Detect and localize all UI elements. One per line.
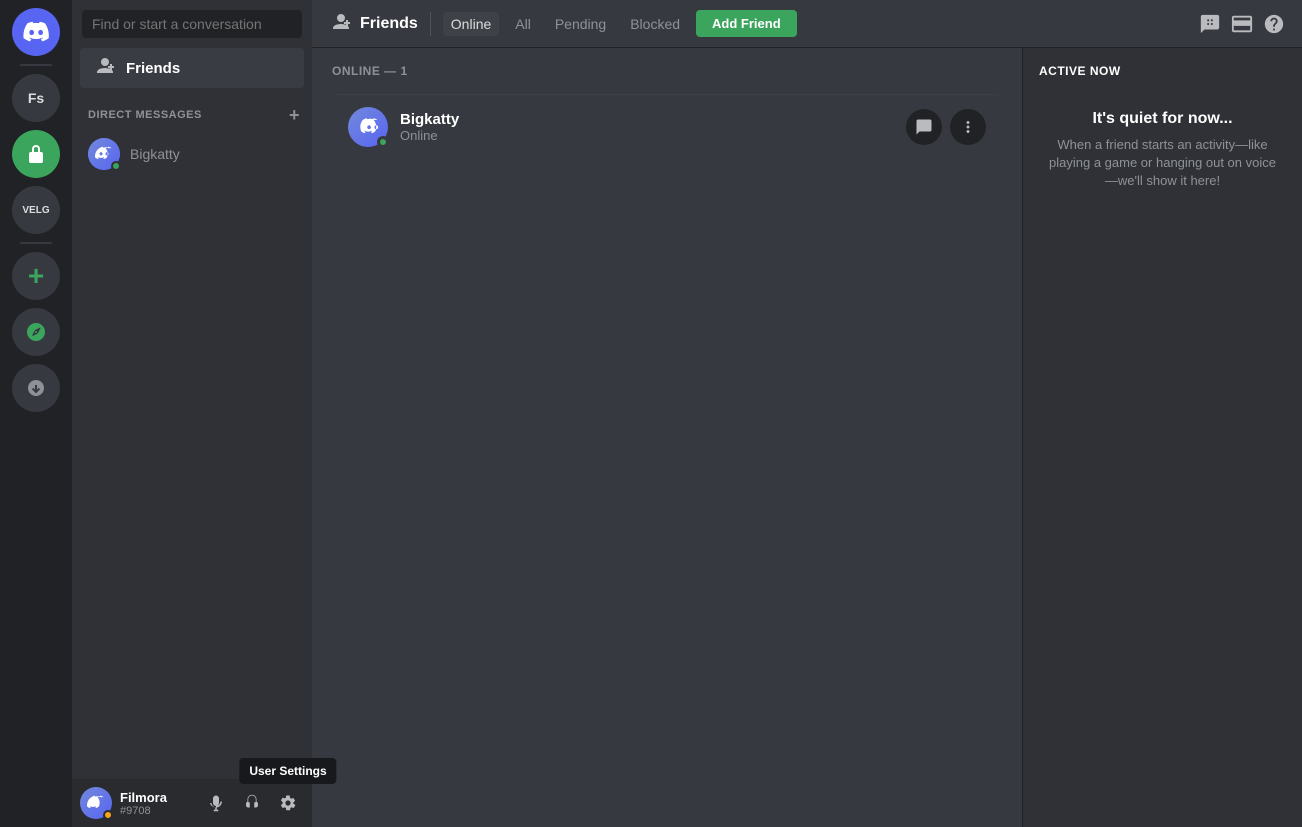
- deafen-button[interactable]: [236, 787, 268, 819]
- friend-name: Bigkatty: [400, 111, 906, 128]
- server-sidebar: Fs VELG +: [0, 0, 72, 827]
- plugin-server-icon[interactable]: [12, 130, 60, 178]
- nav-icons: [1198, 12, 1286, 36]
- nav-divider: [430, 12, 431, 36]
- top-nav: Friends Online All Pending Blocked Add F…: [312, 0, 1302, 48]
- mute-button[interactable]: [200, 787, 232, 819]
- search-input[interactable]: [82, 10, 302, 38]
- quiet-title: It's quiet for now...: [1047, 110, 1278, 128]
- friend-actions: [906, 109, 986, 145]
- tab-pending[interactable]: Pending: [547, 12, 614, 36]
- user-controls: User Settings: [200, 787, 304, 819]
- friend-row-bigkatty[interactable]: Bigkatty Online: [332, 94, 1002, 159]
- friends-label: Friends: [126, 60, 180, 77]
- dm-item-bigkatty[interactable]: Bigkatty: [80, 130, 304, 178]
- discord-home-button[interactable]: [12, 8, 60, 56]
- message-friend-button[interactable]: [906, 109, 942, 145]
- nav-friends-icon: [328, 12, 352, 36]
- friends-icon: [92, 56, 116, 80]
- search-bar-container: [72, 0, 312, 48]
- username: Filmora: [120, 790, 192, 805]
- more-options-button[interactable]: [950, 109, 986, 145]
- explore-servers-icon[interactable]: [12, 308, 60, 356]
- add-friend-button[interactable]: Add Friend: [696, 10, 797, 37]
- online-header: Online — 1: [332, 64, 1002, 78]
- friend-online-dot: [377, 136, 389, 148]
- tab-online[interactable]: Online: [443, 12, 499, 36]
- download-apps-icon[interactable]: [12, 364, 60, 412]
- tab-all[interactable]: All: [507, 12, 539, 36]
- online-indicator: [111, 161, 121, 171]
- quiet-description: When a friend starts an activity—like pl…: [1047, 136, 1278, 191]
- add-server-icon[interactable]: +: [12, 252, 60, 300]
- friends-list: Online — 1 Bigkatty Online: [312, 48, 1022, 827]
- friend-info: Bigkatty Online: [400, 111, 906, 143]
- help-icon[interactable]: [1262, 12, 1286, 36]
- server-divider: [20, 64, 52, 66]
- add-dm-button[interactable]: +: [285, 104, 304, 126]
- active-now-panel: Active Now It's quiet for now... When a …: [1022, 48, 1302, 827]
- user-panel: Filmora #9708 User Settings: [72, 779, 312, 827]
- active-now-title: Active Now: [1039, 64, 1286, 78]
- dm-sidebar: Friends Direct Messages + Bigkatty: [72, 0, 312, 827]
- server-divider-2: [20, 242, 52, 244]
- quiet-section: It's quiet for now... When a friend star…: [1039, 94, 1286, 207]
- friends-nav-item[interactable]: Friends: [80, 48, 304, 88]
- dm-list: Bigkatty: [72, 130, 312, 779]
- direct-messages-header: Direct Messages +: [72, 88, 312, 130]
- dm-avatar-bigkatty: [88, 138, 120, 170]
- friend-status: Online: [400, 128, 906, 143]
- dm-user-name: Bigkatty: [130, 146, 180, 162]
- main-content: Friends Online All Pending Blocked Add F…: [312, 0, 1302, 827]
- direct-messages-label: Direct Messages: [88, 109, 202, 121]
- user-settings-button[interactable]: User Settings: [272, 787, 304, 819]
- user-status-dot: [103, 810, 113, 820]
- velg-server-icon[interactable]: VELG: [12, 186, 60, 234]
- user-discriminator: #9708: [120, 805, 192, 817]
- new-group-dm-icon[interactable]: [1198, 12, 1222, 36]
- user-avatar: [80, 787, 112, 819]
- nav-friends-title: Friends: [360, 15, 418, 33]
- tab-blocked[interactable]: Blocked: [622, 12, 688, 36]
- user-info: Filmora #9708: [120, 790, 192, 817]
- fs-server-icon[interactable]: Fs: [12, 74, 60, 122]
- inbox-icon[interactable]: [1230, 12, 1254, 36]
- friend-avatar-bigkatty: [348, 107, 388, 147]
- friends-area: Online — 1 Bigkatty Online: [312, 48, 1302, 827]
